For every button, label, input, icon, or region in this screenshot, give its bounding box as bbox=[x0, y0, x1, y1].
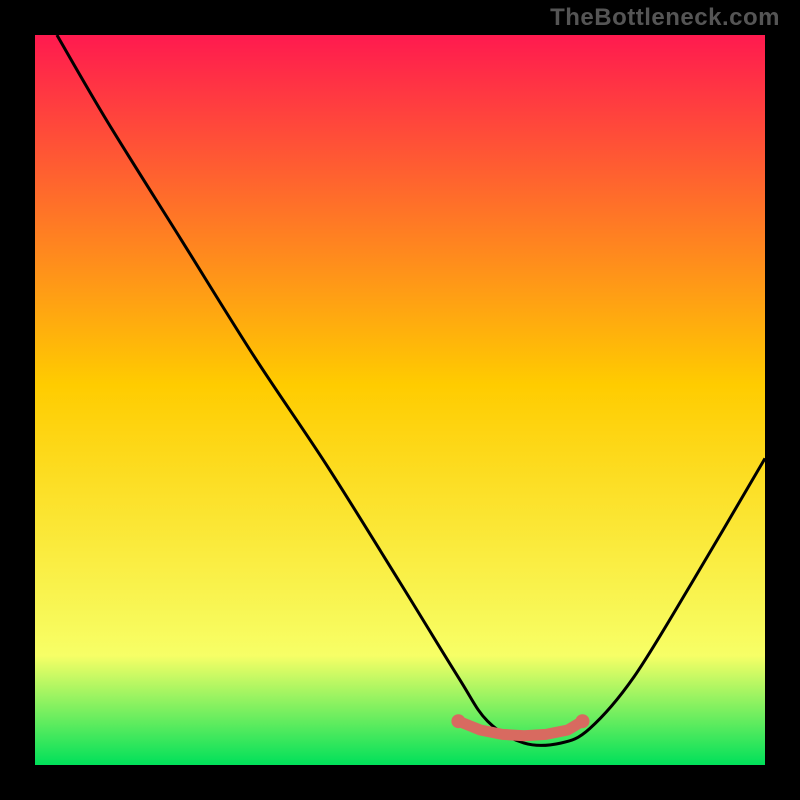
bottleneck-chart-svg bbox=[35, 35, 765, 765]
chart-container: TheBottleneck.com bbox=[0, 0, 800, 800]
gradient-background bbox=[35, 35, 765, 765]
optimal-range-endpoint bbox=[576, 714, 590, 728]
optimal-range-endpoint bbox=[451, 714, 465, 728]
plot-area bbox=[35, 35, 765, 765]
watermark-text: TheBottleneck.com bbox=[550, 4, 780, 32]
